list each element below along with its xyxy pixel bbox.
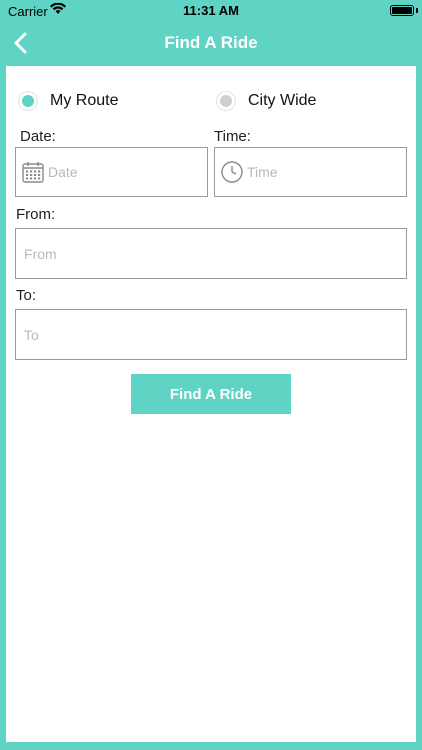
from-label: From: xyxy=(16,206,56,223)
navigation-bar: Find A Ride xyxy=(0,22,422,64)
radio-unselected-icon xyxy=(216,91,236,111)
time-placeholder: Time xyxy=(247,164,278,180)
clock-time: 11:31 AM xyxy=(183,3,239,18)
status-bar: Carrier 11:31 AM xyxy=(0,0,422,22)
battery-tip xyxy=(416,8,418,13)
date-label: Date: xyxy=(20,128,56,145)
find-a-ride-button[interactable]: Find A Ride xyxy=(131,374,291,414)
time-field[interactable]: Time xyxy=(214,147,407,197)
to-placeholder: To xyxy=(24,326,39,343)
page-title: Find A Ride xyxy=(164,33,258,52)
radio-my-route-label: My Route xyxy=(50,92,119,109)
radio-selected-icon xyxy=(18,91,38,111)
from-placeholder: From xyxy=(24,245,57,262)
time-label: Time: xyxy=(214,128,251,145)
date-field[interactable]: Date xyxy=(15,147,208,197)
calendar-icon xyxy=(22,162,44,183)
form-card: My Route City Wide Date: Time: Date Time xyxy=(6,66,416,742)
to-field[interactable]: To xyxy=(15,309,407,360)
date-placeholder: Date xyxy=(48,164,78,180)
battery-icon xyxy=(390,5,414,16)
clock-icon xyxy=(221,161,243,183)
to-label: To: xyxy=(16,287,37,304)
from-field[interactable]: From xyxy=(15,228,407,279)
radio-city-wide-label: City Wide xyxy=(248,92,317,109)
